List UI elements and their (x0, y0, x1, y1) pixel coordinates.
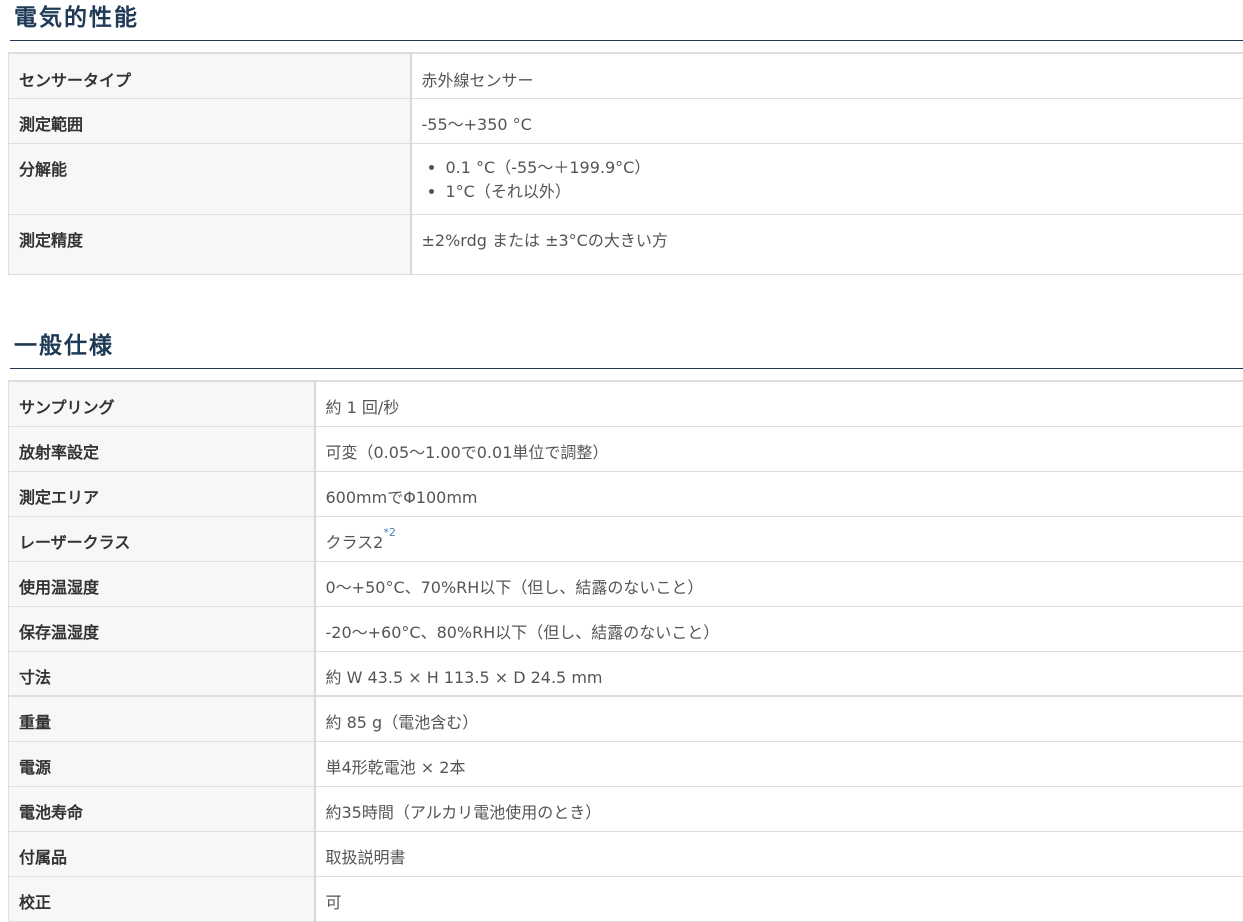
general-specifications-heading: 一般仕様 (10, 335, 1243, 369)
spec-value: -20～+60°C、80%RH以下（但し、結露のないこと） (315, 606, 1243, 651)
spec-row-power-source: 電源 単4形乾電池 × 2本 (9, 741, 1243, 786)
spec-value: 単4形乾電池 × 2本 (315, 741, 1243, 786)
spec-label: 電池寿命 (9, 786, 315, 831)
resolution-list: 0.1 °C（-55～＋199.9°C） 1°C（それ以外） (422, 156, 1234, 204)
spec-label: サンプリング (9, 381, 315, 426)
resolution-list-item: 0.1 °C（-55～＋199.9°C） (446, 156, 1234, 180)
spec-label: 測定精度 (9, 214, 411, 274)
spec-label: 測定エリア (9, 471, 315, 516)
spec-value: 約 1 回/秒 (315, 381, 1243, 426)
spec-label: 分解能 (9, 143, 411, 214)
spec-value: 0.1 °C（-55～＋199.9°C） 1°C（それ以外） (411, 143, 1243, 214)
spec-label: 重量 (9, 696, 315, 741)
spec-value: 0～+50°C、70%RH以下（但し、結露のないこと） (315, 561, 1243, 606)
resolution-list-item: 1°C（それ以外） (446, 180, 1234, 204)
spec-label: 保存温湿度 (9, 606, 315, 651)
laser-class-value: クラス2 (326, 533, 384, 552)
spec-label: 校正 (9, 876, 315, 921)
spec-row-battery-life: 電池寿命 約35時間（アルカリ電池使用のとき） (9, 786, 1243, 831)
spec-row-measurement-range: 測定範囲 -55～+350 °C (9, 98, 1243, 143)
spec-row-resolution: 分解能 0.1 °C（-55～＋199.9°C） 1°C（それ以外） (9, 143, 1243, 214)
spec-label: センサータイプ (9, 53, 411, 98)
spec-row-weight: 重量 約 85 g（電池含む） (9, 696, 1243, 741)
spec-value: 600mmでΦ100mm (315, 471, 1243, 516)
spec-row-sampling: サンプリング 約 1 回/秒 (9, 381, 1243, 426)
spec-label: 放射率設定 (9, 426, 315, 471)
spec-row-measurement-area: 測定エリア 600mmでΦ100mm (9, 471, 1243, 516)
spec-row-dimensions: 寸法 約 W 43.5 × H 113.5 × D 24.5 mm (9, 651, 1243, 696)
spec-value: クラス2*2 (315, 516, 1243, 561)
general-specifications-table: サンプリング 約 1 回/秒 放射率設定 可変（0.05～1.00で0.01単位… (8, 380, 1243, 922)
electrical-performance-heading: 電気的性能 (10, 7, 1243, 41)
spec-label: 寸法 (9, 651, 315, 696)
spec-value: -55～+350 °C (411, 98, 1243, 143)
spec-label: レーザークラス (9, 516, 315, 561)
spec-value: 約 W 43.5 × H 113.5 × D 24.5 mm (315, 651, 1243, 696)
electrical-performance-table: センサータイプ 赤外線センサー 測定範囲 -55～+350 °C 分解能 0.1… (8, 52, 1243, 275)
spec-row-storage-environment: 保存温湿度 -20～+60°C、80%RH以下（但し、結露のないこと） (9, 606, 1243, 651)
spec-row-calibration: 校正 可 (9, 876, 1243, 921)
spec-value: 約 85 g（電池含む） (315, 696, 1243, 741)
spec-row-emissivity: 放射率設定 可変（0.05～1.00で0.01単位で調整） (9, 426, 1243, 471)
spec-row-operating-environment: 使用温湿度 0～+50°C、70%RH以下（但し、結露のないこと） (9, 561, 1243, 606)
spec-value: 赤外線センサー (411, 53, 1243, 98)
spec-label: 付属品 (9, 831, 315, 876)
spec-label: 電源 (9, 741, 315, 786)
spec-value: ±2%rdg または ±3°Cの大きい方 (411, 214, 1243, 274)
spec-row-laser-class: レーザークラス クラス2*2 (9, 516, 1243, 561)
spec-value: 約35時間（アルカリ電池使用のとき） (315, 786, 1243, 831)
spec-value: 可変（0.05～1.00で0.01単位で調整） (315, 426, 1243, 471)
footnote-link[interactable]: *2 (383, 526, 396, 539)
spec-row-sensor-type: センサータイプ 赤外線センサー (9, 53, 1243, 98)
spec-row-accessories: 付属品 取扱説明書 (9, 831, 1243, 876)
spec-value: 可 (315, 876, 1243, 921)
spec-value: 取扱説明書 (315, 831, 1243, 876)
spec-label: 使用温湿度 (9, 561, 315, 606)
spec-row-accuracy: 測定精度 ±2%rdg または ±3°Cの大きい方 (9, 214, 1243, 274)
spec-label: 測定範囲 (9, 98, 411, 143)
